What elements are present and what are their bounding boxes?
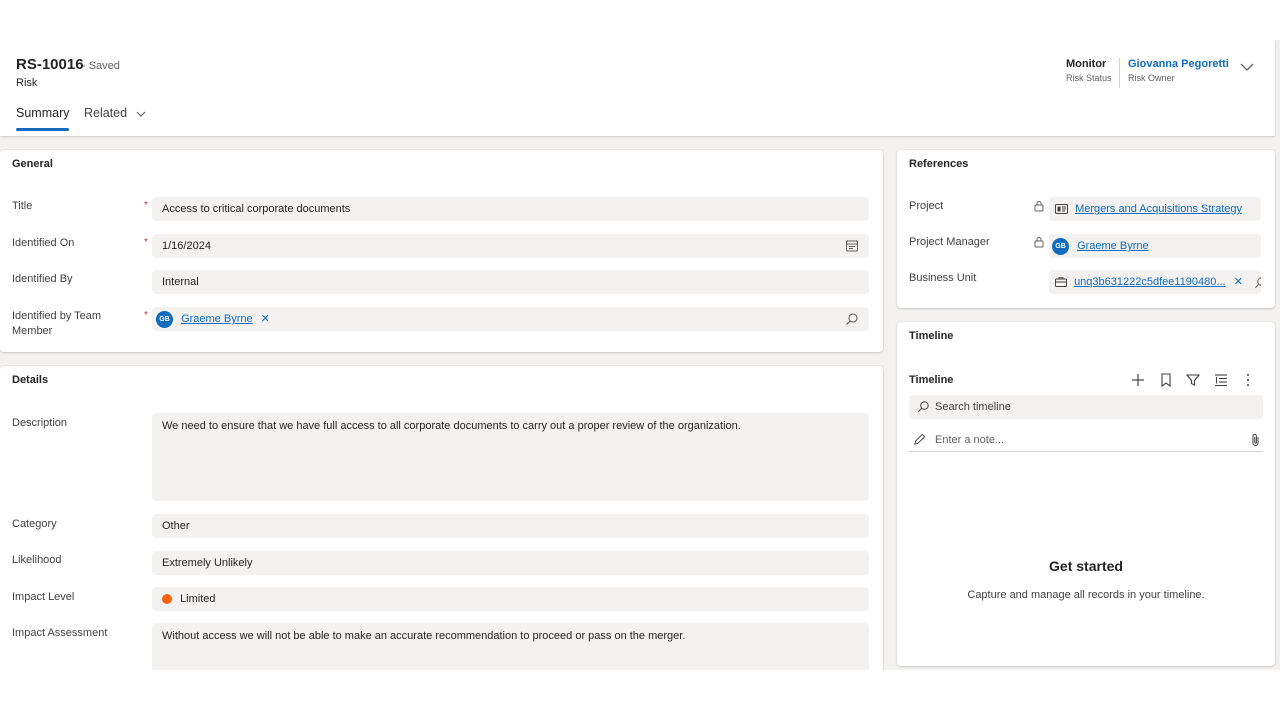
header-risk-owner: Giovanna Pegoretti Risk Owner — [1128, 58, 1229, 83]
business-unit-link[interactable]: unq3b631222c5dfee1190480... — [1074, 276, 1226, 288]
header-divider — [1119, 58, 1120, 88]
business-unit-label: Business Unit — [909, 272, 977, 284]
title-field[interactable]: Access to critical corporate documents — [152, 197, 869, 221]
impact-level-value: Limited — [180, 593, 216, 605]
form-header: RS-10016 - Saved Risk Summary Related Mo… — [0, 40, 1275, 136]
timeline-header: Timeline — [909, 374, 954, 386]
required-indicator: * — [144, 200, 148, 211]
required-indicator: * — [144, 310, 148, 321]
impact-level-field[interactable]: Limited — [152, 587, 869, 611]
lock-icon — [1034, 201, 1044, 212]
avatar: GB — [156, 310, 173, 328]
business-unit-field[interactable]: unq3b631222c5dfee1190480... ✕ — [1049, 270, 1261, 294]
project-manager-label: Project Manager — [909, 236, 990, 248]
sort-list-icon[interactable] — [1213, 372, 1229, 388]
identified-on-field[interactable]: 1/16/2024 — [152, 234, 869, 258]
impact-level-label: Impact Level — [12, 591, 75, 603]
tab-related-label: Related — [84, 106, 128, 120]
chevron-down-icon — [136, 111, 146, 117]
identified-by-field[interactable]: Internal — [152, 270, 869, 294]
details-section-title: Details — [12, 374, 49, 386]
record-form: RS-10016 - Saved Risk Summary Related Mo… — [0, 40, 1280, 670]
identified-on-label: Identified On — [12, 237, 75, 249]
avatar: GB — [1052, 237, 1069, 255]
timeline-empty-title: Get started — [1049, 558, 1123, 574]
references-section-title: References — [909, 158, 969, 170]
header-risk-status: Monitor Risk Status — [1066, 58, 1112, 83]
project-manager-field[interactable]: GB Graeme Byrne — [1049, 234, 1261, 258]
required-indicator: * — [144, 237, 148, 248]
entity-name: Risk — [16, 77, 38, 89]
general-section-title: General — [12, 158, 53, 170]
lock-icon — [1034, 237, 1044, 248]
risk-owner-link[interactable]: Giovanna Pegoretti — [1128, 58, 1229, 70]
likelihood-field[interactable]: Extremely Unlikely — [152, 551, 869, 575]
filter-icon[interactable] — [1185, 372, 1201, 388]
likelihood-label: Likelihood — [12, 554, 62, 566]
search-icon — [917, 401, 929, 413]
more-options-icon[interactable] — [1240, 372, 1256, 388]
identified-on-value: 1/16/2024 — [162, 240, 211, 252]
pencil-icon — [914, 433, 926, 445]
save-status: - Saved — [82, 60, 120, 72]
general-section: General Title * Access to critical corpo… — [0, 150, 883, 352]
timeline-section-title: Timeline — [909, 330, 954, 342]
calendar-icon[interactable] — [845, 239, 859, 253]
identified-by-member-field[interactable]: GB Graeme Byrne ✕ — [152, 307, 869, 331]
project-label: Project — [909, 200, 944, 212]
details-section: Details Description We need to ensure th… — [0, 366, 883, 670]
tab-summary[interactable]: Summary — [16, 106, 70, 131]
category-label: Category — [12, 518, 57, 530]
identified-by-member-label: Identified by Team Member — [12, 310, 102, 337]
timeline-search-input[interactable]: Search timeline — [909, 395, 1263, 419]
category-field[interactable]: Other — [152, 514, 869, 538]
risk-owner-label: Risk Owner — [1128, 73, 1175, 83]
impact-assessment-label: Impact Assessment — [12, 627, 108, 639]
attachment-icon[interactable] — [1251, 433, 1261, 447]
remove-member-icon[interactable]: ✕ — [261, 313, 270, 325]
project-field[interactable]: Mergers and Acquisitions Strategy — [1049, 197, 1261, 221]
timeline-empty-subtitle: Capture and manage all records in your t… — [967, 589, 1205, 601]
tab-related[interactable]: Related — [84, 106, 146, 120]
remove-business-unit-icon[interactable]: ✕ — [1234, 276, 1243, 288]
timeline-note-input[interactable]: Enter a note... — [909, 428, 1263, 452]
bookmark-icon[interactable] — [1158, 372, 1174, 388]
timeline-note-placeholder: Enter a note... — [935, 434, 1005, 446]
expand-header-chevron-icon[interactable] — [1238, 60, 1256, 74]
project-link[interactable]: Mergers and Acquisitions Strategy — [1075, 203, 1242, 215]
title-label: Title — [12, 200, 33, 212]
timeline-section: Timeline Timeline Search timeline Enter … — [897, 322, 1275, 666]
add-icon[interactable] — [1130, 372, 1146, 388]
risk-status-label: Risk Status — [1066, 73, 1112, 83]
impact-level-dot — [162, 594, 172, 605]
search-icon[interactable] — [845, 312, 859, 326]
timeline-search-placeholder: Search timeline — [935, 401, 1011, 413]
project-manager-link[interactable]: Graeme Byrne — [1077, 240, 1149, 252]
description-field[interactable]: We need to ensure that we have full acce… — [152, 413, 869, 501]
project-icon — [1055, 204, 1068, 215]
search-icon[interactable] — [1254, 276, 1261, 289]
references-section: References Project Mergers and Acquisiti… — [897, 150, 1275, 308]
business-unit-icon — [1055, 277, 1067, 288]
impact-assessment-field[interactable]: Without access we will not be able to ma… — [152, 623, 869, 670]
identified-by-member-link[interactable]: Graeme Byrne — [181, 313, 253, 325]
description-label: Description — [12, 417, 68, 429]
record-title: RS-10016 — [16, 56, 84, 73]
identified-by-label: Identified By — [12, 273, 73, 285]
risk-status-value: Monitor — [1066, 58, 1107, 70]
